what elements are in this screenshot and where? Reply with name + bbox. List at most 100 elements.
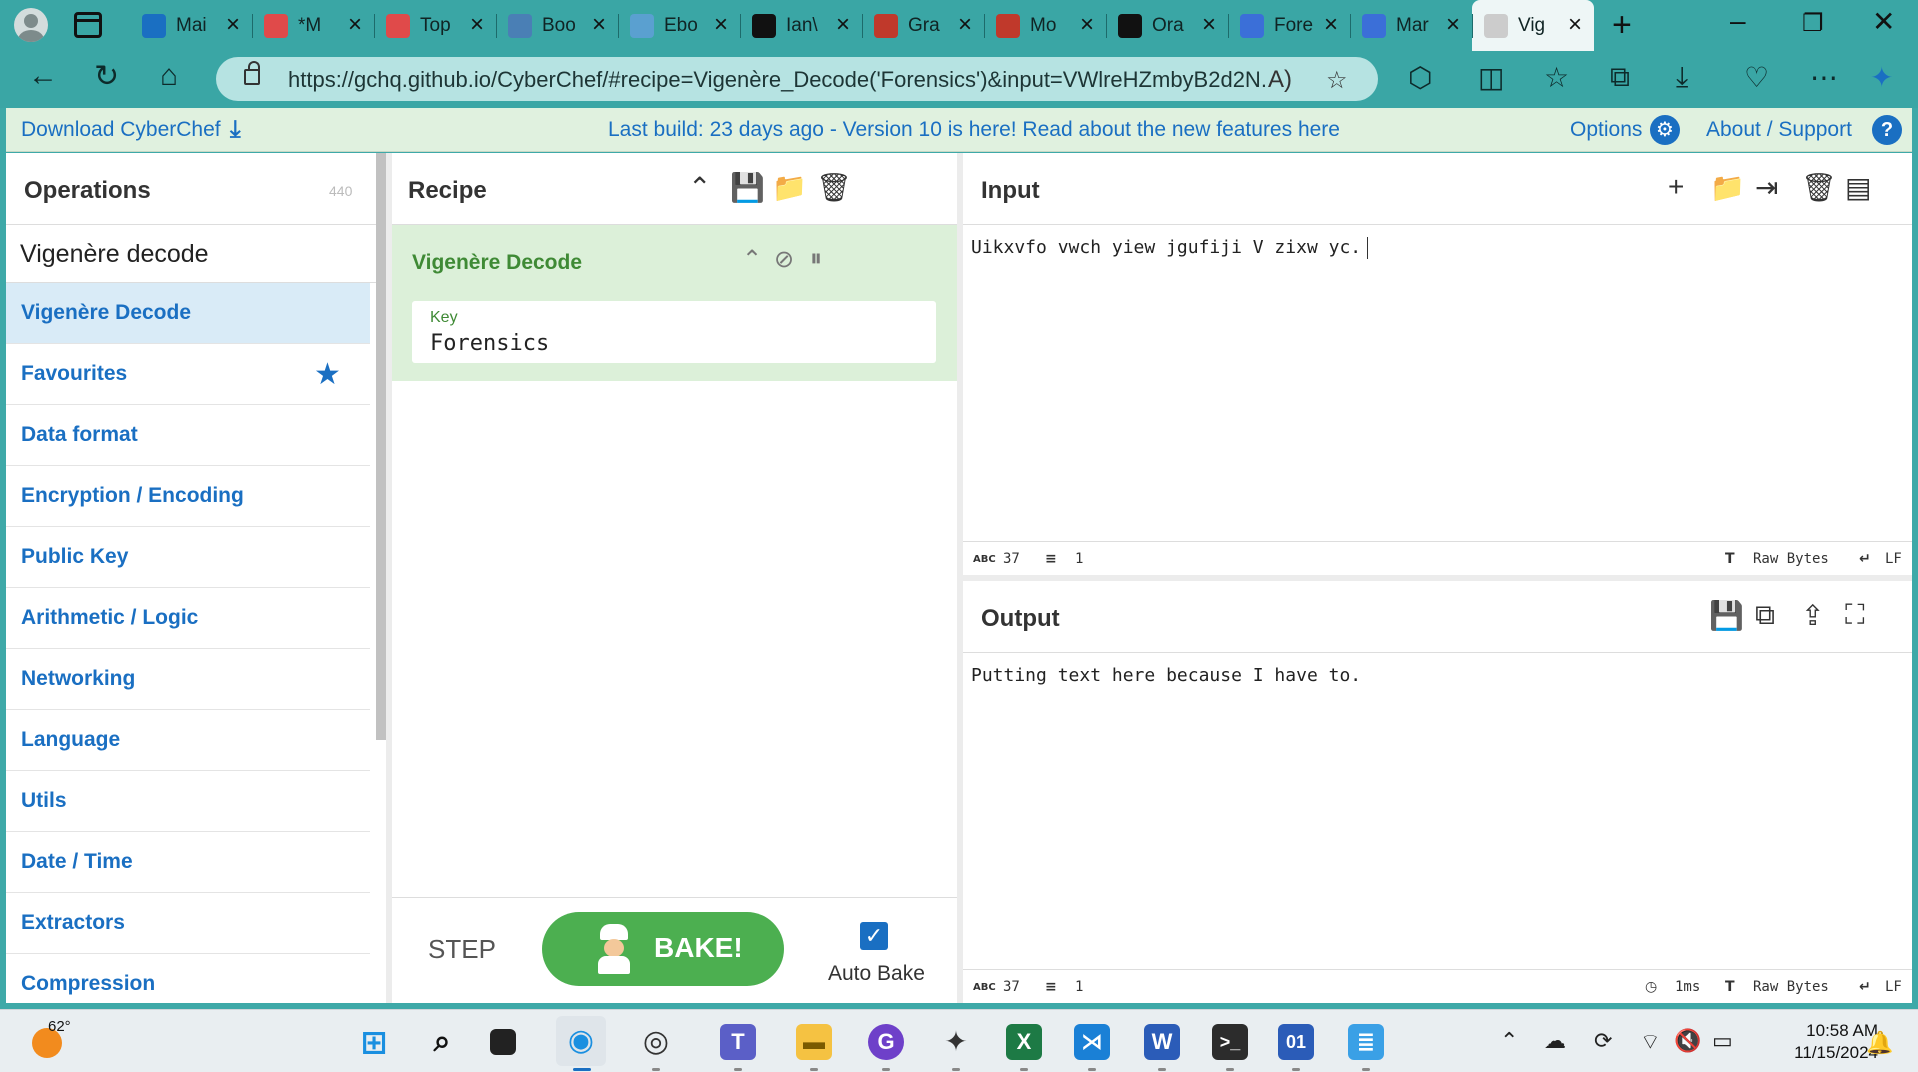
operation-result-item[interactable]: Vigenère Decode [6, 283, 370, 344]
browser-tab[interactable]: Fore × [1228, 0, 1350, 51]
close-tab-icon[interactable]: × [592, 11, 606, 39]
add-input-tab-icon[interactable]: + [1668, 171, 1684, 203]
operation-category[interactable]: Arithmetic / Logic [6, 588, 370, 649]
close-tab-icon[interactable]: × [1080, 11, 1094, 39]
more-menu-icon[interactable]: ⋯ [1810, 61, 1838, 94]
github-desktop-icon[interactable]: G [868, 1024, 904, 1060]
wifi-icon[interactable]: ⌔ [1640, 1028, 1661, 1056]
reset-layout-icon[interactable]: ▤ [1845, 171, 1871, 204]
operation-category[interactable]: Compression [6, 954, 370, 1003]
close-tab-icon[interactable]: × [348, 11, 362, 39]
collapse-chevron-up-icon[interactable]: ⌃ [688, 171, 711, 204]
operation-category[interactable]: Extractors [6, 893, 370, 954]
tab-actions-icon[interactable] [74, 12, 102, 38]
back-arrow-icon[interactable]: ← [28, 59, 58, 93]
maximize-icon[interactable]: ⛶ [1845, 599, 1865, 632]
terminal-icon[interactable]: >_ [1212, 1024, 1248, 1060]
operation-category[interactable]: Networking [6, 649, 370, 710]
system-clock[interactable]: 10:58 AM 11/15/2024 [1760, 1020, 1878, 1064]
browser-tab[interactable]: Ian\ × [740, 0, 862, 51]
close-tab-icon[interactable]: × [1568, 11, 1582, 39]
downloads-icon[interactable]: ⤓ [1676, 61, 1688, 94]
key-value[interactable]: Forensics [430, 331, 549, 356]
restore-button[interactable]: ❐ [1802, 9, 1824, 38]
teams-icon[interactable]: T [720, 1024, 756, 1060]
vscode-icon[interactable]: ⋊ [1074, 1024, 1110, 1060]
favorites-icon[interactable]: ☆ [1544, 61, 1569, 94]
home-icon[interactable]: ⌂ [160, 59, 178, 93]
clear-recipe-trash-icon[interactable]: 🗑 [816, 171, 852, 204]
close-window-button[interactable]: ✕ [1872, 5, 1895, 38]
notification-bell-icon[interactable]: 🔔 [1866, 1030, 1893, 1056]
operations-scrollbar[interactable] [376, 153, 386, 740]
help-icon[interactable]: ? [1872, 115, 1902, 145]
onedrive-icon[interactable]: ☁ [1544, 1028, 1566, 1054]
volume-muted-icon[interactable]: 🔇 [1674, 1028, 1701, 1054]
step-button[interactable]: STEP [428, 934, 496, 965]
open-folder-icon[interactable]: 📁 [1710, 171, 1745, 204]
load-recipe-folder-icon[interactable]: 📁 [772, 171, 807, 204]
input-textarea[interactable]: Uikxvfo vwch yiew jgufiji V zixw yc. [971, 237, 1369, 259]
browser-tab[interactable]: Gra × [862, 0, 984, 51]
copy-output-icon[interactable]: ⧉ [1755, 599, 1775, 632]
options-link[interactable]: Options [1570, 118, 1642, 142]
operation-category[interactable]: Public Key [6, 527, 370, 588]
read-aloud-icon[interactable]: A) [1268, 66, 1292, 94]
save-recipe-icon[interactable]: 💾 [730, 171, 765, 204]
copilot-icon[interactable]: ✦ [1870, 61, 1893, 94]
output-eol[interactable]: LF [1885, 979, 1902, 995]
task-view-icon[interactable] [490, 1029, 516, 1055]
profile-avatar[interactable] [14, 8, 48, 42]
start-windows-icon[interactable]: ⊞ [356, 1024, 392, 1060]
pause-breakpoint-icon[interactable]: ⏸ [810, 245, 822, 273]
file-explorer-icon[interactable]: ▬ [796, 1024, 832, 1060]
kali-dragon-icon[interactable]: ✦ [938, 1024, 974, 1060]
azure-data-icon[interactable]: 01 [1278, 1024, 1314, 1060]
chrome-like-icon[interactable]: ◎ [638, 1024, 674, 1060]
bake-button[interactable]: BAKE! [542, 912, 784, 986]
recipe-operation-card[interactable]: Vigenère Decode ⌃ ⊘ ⏸ Key Forensics [392, 225, 957, 381]
extensions-icon[interactable]: ⬡ [1408, 61, 1432, 94]
output-encoding[interactable]: Raw Bytes [1753, 979, 1829, 995]
url-text[interactable]: https://gchq.github.io/CyberChef/#recipe… [288, 67, 1268, 93]
search-icon[interactable]: ⌕ [424, 1024, 460, 1060]
about-support-link[interactable]: About / Support [1706, 118, 1852, 142]
refresh-icon[interactable]: ↻ [94, 59, 119, 94]
browser-tab[interactable]: Ebo × [618, 0, 740, 51]
browser-essentials-icon[interactable]: ♡ [1744, 61, 1769, 94]
sync-icon[interactable]: ⟳ [1594, 1028, 1612, 1054]
browser-tab[interactable]: Mar × [1350, 0, 1472, 51]
download-cyberchef-link[interactable]: Download CyberChef [21, 118, 221, 142]
tray-chevron-up-icon[interactable]: ⌃ [1500, 1028, 1518, 1054]
replace-input-icon[interactable]: ⇪ [1801, 599, 1824, 632]
save-output-icon[interactable]: 💾 [1709, 599, 1744, 632]
input-eol[interactable]: LF [1885, 551, 1902, 567]
key-field[interactable]: Key Forensics [412, 301, 936, 363]
output-text[interactable]: Putting text here because I have to. [971, 665, 1361, 686]
close-tab-icon[interactable]: × [1202, 11, 1216, 39]
auto-bake-checkbox[interactable]: ✓ [860, 922, 888, 950]
operation-category[interactable]: Utils [6, 771, 370, 832]
clear-input-trash-icon[interactable]: 🗑 [1801, 171, 1837, 204]
browser-tab[interactable]: Top × [374, 0, 496, 51]
open-file-icon[interactable]: ⇥ [1755, 171, 1778, 204]
minimize-button[interactable]: – [1730, 5, 1746, 37]
close-tab-icon[interactable]: × [226, 11, 240, 39]
browser-tab[interactable]: Mai × [130, 0, 252, 51]
close-tab-icon[interactable]: × [470, 11, 484, 39]
close-tab-icon[interactable]: × [958, 11, 972, 39]
disable-operation-icon[interactable]: ⊘ [774, 245, 794, 274]
build-notice-link[interactable]: Last build: 23 days ago - Version 10 is … [608, 118, 1340, 142]
collections-icon[interactable]: ⧉ [1610, 61, 1630, 94]
excel-icon[interactable]: X [1006, 1024, 1042, 1060]
input-encoding[interactable]: Raw Bytes [1753, 551, 1829, 567]
word-icon[interactable]: W [1144, 1024, 1180, 1060]
browser-tab[interactable]: *M × [252, 0, 374, 51]
input-text[interactable]: Uikxvfo vwch yiew jgufiji V zixw yc. [971, 237, 1361, 258]
battery-icon[interactable]: ▭ [1712, 1028, 1733, 1054]
chevron-up-icon[interactable]: ⌃ [742, 245, 762, 274]
browser-tab[interactable]: Vig × [1472, 0, 1594, 51]
operation-category[interactable]: Date / Time [6, 832, 370, 893]
gear-icon[interactable]: ⚙ [1650, 115, 1680, 145]
notepad-icon[interactable]: ≣ [1348, 1024, 1384, 1060]
